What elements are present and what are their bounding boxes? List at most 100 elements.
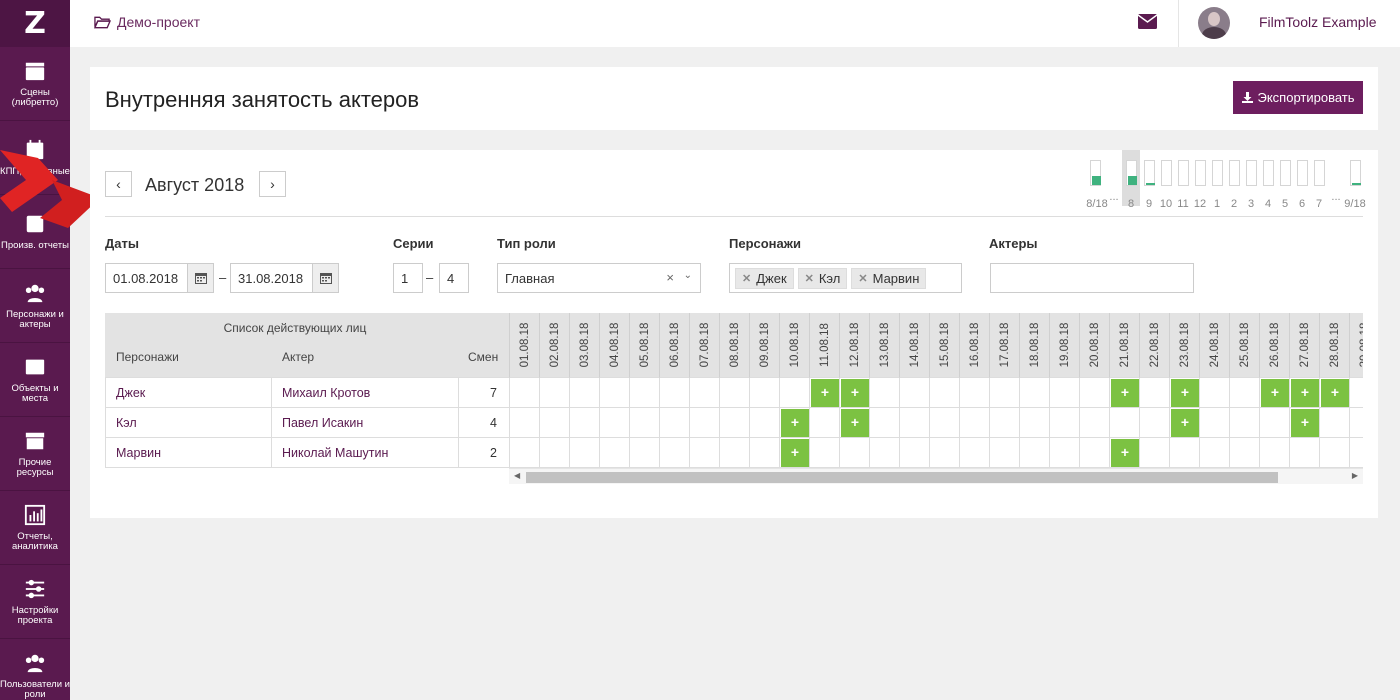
scroll-left-icon[interactable]: ◀ bbox=[514, 471, 520, 480]
actor-link[interactable]: Николай Машутин bbox=[282, 446, 388, 460]
prev-month-button[interactable]: ‹ bbox=[105, 171, 132, 197]
actor-link[interactable]: Павел Исакин bbox=[282, 416, 363, 430]
avatar[interactable] bbox=[1198, 7, 1230, 39]
scheduled-day-cell[interactable]: + bbox=[1169, 378, 1199, 408]
actors-input[interactable] bbox=[990, 263, 1194, 293]
day-cell[interactable] bbox=[929, 408, 959, 438]
day-cell[interactable] bbox=[1319, 408, 1349, 438]
day-cell[interactable] bbox=[899, 408, 929, 438]
day-cell[interactable] bbox=[1169, 438, 1199, 468]
day-cell[interactable] bbox=[599, 438, 629, 468]
day-cell[interactable] bbox=[1139, 408, 1169, 438]
day-cell[interactable] bbox=[1199, 378, 1229, 408]
day-cell[interactable] bbox=[1229, 408, 1259, 438]
day-cell[interactable] bbox=[569, 438, 599, 468]
scheduled-day-cell[interactable]: + bbox=[1109, 378, 1139, 408]
scheduled-day-cell[interactable]: + bbox=[1259, 378, 1289, 408]
sidebar-item-characters[interactable]: Персонажи и актеры bbox=[0, 269, 70, 343]
day-cell[interactable] bbox=[659, 438, 689, 468]
day-cell[interactable] bbox=[989, 438, 1019, 468]
scheduled-day-cell[interactable]: + bbox=[779, 438, 809, 468]
day-cell[interactable] bbox=[689, 408, 719, 438]
horizontal-scrollbar[interactable]: ◀ ▶ bbox=[509, 468, 1363, 484]
day-cell[interactable] bbox=[659, 408, 689, 438]
next-month-button[interactable]: › bbox=[259, 171, 286, 197]
sidebar-item-analytics[interactable]: Отчеты, аналитика bbox=[0, 491, 70, 565]
day-cell[interactable] bbox=[1199, 438, 1229, 468]
remove-tag-icon[interactable]: ✕ bbox=[858, 272, 867, 285]
character-tag[interactable]: ✕ Кэл bbox=[797, 268, 848, 289]
day-cell[interactable] bbox=[749, 438, 779, 468]
app-logo[interactable]: Z bbox=[0, 0, 70, 47]
day-cell[interactable] bbox=[1289, 438, 1319, 468]
day-cell[interactable] bbox=[959, 408, 989, 438]
day-cell[interactable] bbox=[689, 378, 719, 408]
day-cell[interactable] bbox=[629, 378, 659, 408]
day-cell[interactable] bbox=[959, 378, 989, 408]
day-cell[interactable] bbox=[869, 378, 899, 408]
day-cell[interactable] bbox=[1349, 408, 1363, 438]
day-cell[interactable] bbox=[719, 378, 749, 408]
day-cell[interactable] bbox=[869, 408, 899, 438]
day-cell[interactable] bbox=[539, 378, 569, 408]
date-from-input[interactable]: 01.08.2018 bbox=[105, 263, 188, 293]
character-tag[interactable]: ✕ Джек bbox=[735, 268, 794, 289]
sidebar-item-settings[interactable]: Настройки проекта bbox=[0, 565, 70, 639]
calendar-icon[interactable] bbox=[312, 263, 339, 293]
remove-tag-icon[interactable]: ✕ bbox=[742, 272, 751, 285]
day-cell[interactable] bbox=[1079, 438, 1109, 468]
sidebar-item-resources[interactable]: Прочие ресурсы bbox=[0, 417, 70, 491]
character-link[interactable]: Джек bbox=[116, 386, 145, 400]
character-tag[interactable]: ✕ Марвин bbox=[851, 268, 927, 289]
scheduled-day-cell[interactable]: + bbox=[1289, 378, 1319, 408]
scheduled-day-cell[interactable]: + bbox=[809, 378, 839, 408]
day-cell[interactable] bbox=[569, 378, 599, 408]
export-button[interactable]: Экспортировать bbox=[1233, 81, 1363, 114]
project-breadcrumb[interactable]: Демо-проект bbox=[94, 14, 200, 30]
characters-multiselect[interactable]: ✕ Джек ✕ Кэл ✕ Марвин bbox=[729, 263, 962, 293]
scheduled-day-cell[interactable]: + bbox=[779, 408, 809, 438]
day-cell[interactable] bbox=[929, 378, 959, 408]
day-cell[interactable] bbox=[989, 408, 1019, 438]
series-to-input[interactable]: 4 bbox=[439, 263, 469, 293]
day-cell[interactable] bbox=[1259, 408, 1289, 438]
day-cell[interactable] bbox=[719, 438, 749, 468]
day-cell[interactable] bbox=[779, 378, 809, 408]
day-cell[interactable] bbox=[539, 438, 569, 468]
day-cell[interactable] bbox=[1259, 438, 1289, 468]
day-cell[interactable] bbox=[899, 438, 929, 468]
day-cell[interactable] bbox=[1049, 408, 1079, 438]
day-cell[interactable] bbox=[959, 438, 989, 468]
day-cell[interactable] bbox=[1019, 378, 1049, 408]
sidebar-item-users[interactable]: Пользователи и роли bbox=[0, 639, 70, 700]
scheduled-day-cell[interactable]: + bbox=[1289, 408, 1319, 438]
day-cell[interactable] bbox=[1139, 438, 1169, 468]
day-cell[interactable] bbox=[1319, 438, 1349, 468]
day-cell[interactable] bbox=[1229, 438, 1259, 468]
day-cell[interactable] bbox=[749, 408, 779, 438]
scroll-right-icon[interactable]: ▶ bbox=[1352, 471, 1358, 480]
day-cell[interactable] bbox=[929, 438, 959, 468]
day-cell[interactable] bbox=[1139, 378, 1169, 408]
day-cell[interactable] bbox=[809, 438, 839, 468]
day-cell[interactable] bbox=[749, 378, 779, 408]
day-cell[interactable] bbox=[869, 438, 899, 468]
scheduled-day-cell[interactable]: + bbox=[1319, 378, 1349, 408]
day-cell[interactable] bbox=[629, 438, 659, 468]
character-link[interactable]: Марвин bbox=[116, 446, 161, 460]
day-cell[interactable] bbox=[1349, 438, 1363, 468]
calendar-icon[interactable] bbox=[187, 263, 214, 293]
scrollbar-thumb[interactable] bbox=[526, 472, 1278, 483]
chevron-down-icon[interactable]: ⌄ bbox=[684, 270, 692, 281]
mail-icon[interactable] bbox=[1138, 14, 1157, 29]
day-cell[interactable] bbox=[899, 378, 929, 408]
day-cell[interactable] bbox=[629, 408, 659, 438]
day-cell[interactable] bbox=[599, 378, 629, 408]
day-cell[interactable] bbox=[1019, 408, 1049, 438]
day-cell[interactable] bbox=[659, 378, 689, 408]
actor-link[interactable]: Михаил Кротов bbox=[282, 386, 370, 400]
role-type-select[interactable]: Главная × ⌄ bbox=[497, 263, 701, 293]
day-cell[interactable] bbox=[839, 438, 869, 468]
day-cell[interactable] bbox=[1109, 408, 1139, 438]
day-cell[interactable] bbox=[1049, 378, 1079, 408]
